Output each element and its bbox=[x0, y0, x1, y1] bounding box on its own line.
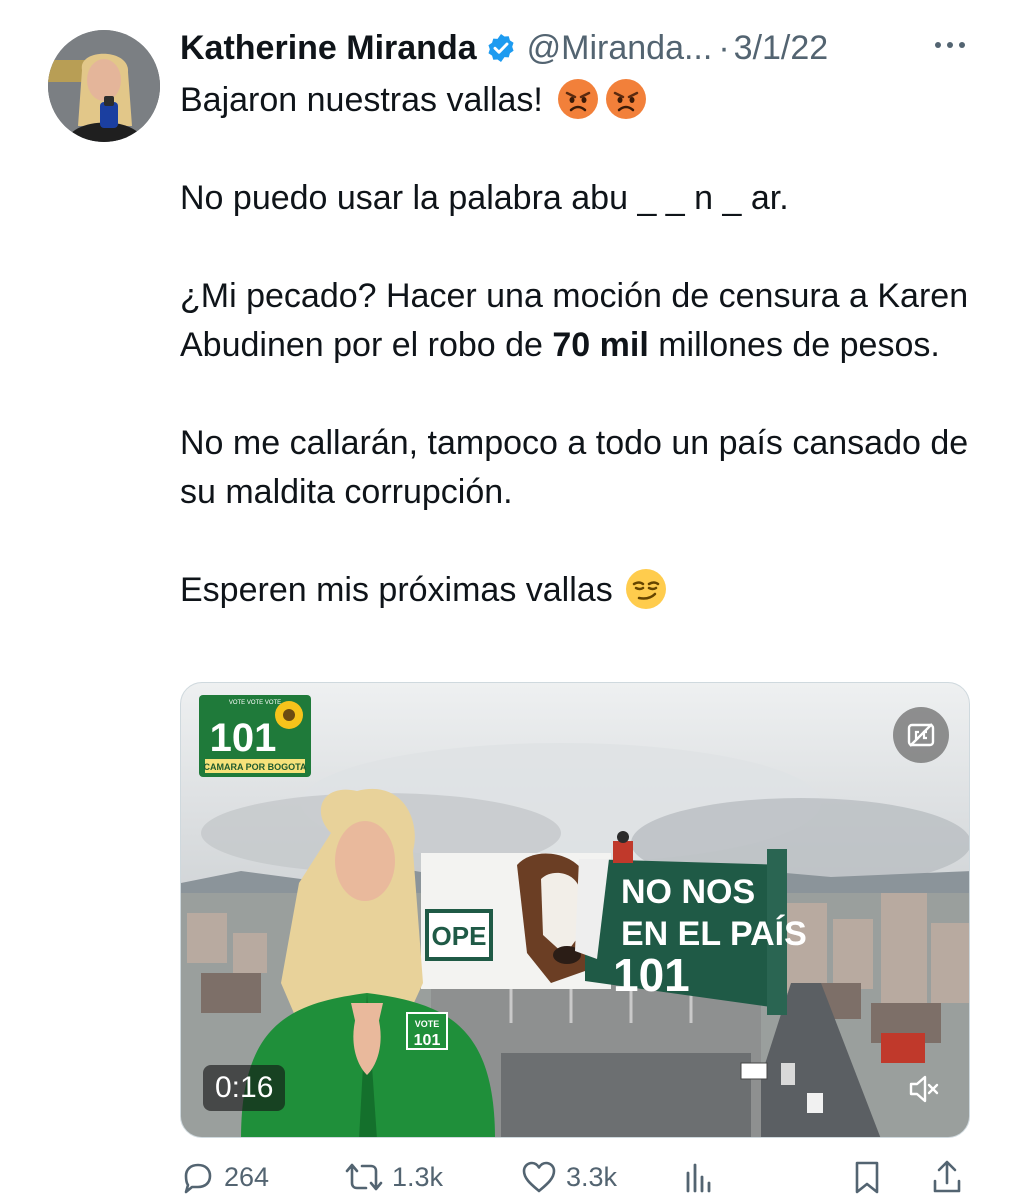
header-separator: · bbox=[718, 28, 730, 67]
tweet-line-text: Esperen mis próximas vallas bbox=[180, 571, 613, 609]
tweet: Katherine Miranda @Miranda... · 3/1/22 B… bbox=[0, 0, 1020, 1200]
smirking-face-emoji bbox=[625, 569, 666, 609]
reply-button[interactable]: 264 bbox=[180, 1155, 269, 1199]
angry-face-emoji bbox=[605, 79, 646, 119]
tweet-bold-text: 70 mil bbox=[552, 326, 649, 364]
tweet-line: Esperen mis próximas vallas bbox=[180, 566, 980, 615]
like-button[interactable]: 3.3k bbox=[520, 1155, 617, 1199]
mute-button[interactable] bbox=[901, 1067, 945, 1111]
reply-count: 264 bbox=[224, 1161, 270, 1192]
views-icon bbox=[686, 1163, 711, 1193]
billboard-line-2: EN EL PAÍS bbox=[621, 915, 807, 953]
jacket-number-text: 101 bbox=[414, 1032, 441, 1049]
campaign-101-logo: VOTE VOTE VOTE 101 CAMARA POR BOGOTA bbox=[199, 695, 311, 777]
author-handle[interactable]: @Miranda... bbox=[527, 29, 713, 68]
retweet-button[interactable]: 1.3k bbox=[344, 1155, 443, 1199]
tweet-header: Katherine Miranda @Miranda... · 3/1/22 bbox=[180, 24, 980, 72]
tweet-line: No puedo usar la palabra abu _ _ n _ ar. bbox=[180, 179, 789, 217]
like-icon bbox=[522, 1161, 556, 1193]
billboard-line-1: NO NOS bbox=[621, 873, 755, 911]
bookmark-icon bbox=[855, 1161, 879, 1194]
avatar-photo bbox=[48, 30, 160, 142]
more-dots-icon bbox=[935, 42, 965, 48]
bookmark-button[interactable] bbox=[852, 1155, 882, 1199]
logo-top-text: VOTE VOTE VOTE bbox=[229, 700, 281, 706]
views-button[interactable] bbox=[682, 1155, 716, 1199]
tweet-line-text: millones de pesos. bbox=[648, 326, 940, 364]
tweet-line: ¿Mi pecado? Hacer una moción de censura … bbox=[180, 272, 980, 370]
like-count: 3.3k bbox=[566, 1161, 618, 1192]
tweet-line-text: Bajaron nuestras vallas! bbox=[180, 81, 543, 119]
video-player[interactable]: OPE NO NOS EN EL PAÍS 101 VOTE 101 VOTE … bbox=[180, 682, 970, 1138]
tweet-date[interactable]: 3/1/22 bbox=[734, 29, 829, 68]
share-button[interactable] bbox=[930, 1155, 964, 1199]
captions-button[interactable] bbox=[893, 707, 949, 763]
billboard-side-text: OPE bbox=[432, 921, 487, 951]
tweet-line: No me callarán, tampoco a todo un país c… bbox=[180, 424, 969, 511]
retweet-icon bbox=[345, 1163, 383, 1191]
logo-number: 101 bbox=[210, 716, 277, 760]
billboard-number: 101 bbox=[613, 949, 690, 1001]
more-options-button[interactable] bbox=[930, 30, 970, 60]
action-bar: 264 1.3k 3.3k bbox=[180, 1155, 980, 1199]
share-icon bbox=[933, 1160, 961, 1193]
video-duration: 0:16 bbox=[203, 1065, 286, 1111]
reply-icon bbox=[184, 1163, 212, 1194]
retweet-count: 1.3k bbox=[392, 1161, 444, 1192]
closed-captions-off-icon bbox=[907, 723, 935, 747]
logo-bottom-text: CAMARA POR BOGOTA bbox=[204, 762, 307, 772]
tweet-text: Bajaron nuestras vallas! No puedo usar l… bbox=[180, 76, 980, 615]
author-display-name[interactable]: Katherine Miranda bbox=[180, 29, 477, 68]
verified-badge-icon bbox=[485, 32, 517, 64]
avatar[interactable] bbox=[48, 30, 160, 142]
jacket-vote-text: VOTE bbox=[415, 1019, 440, 1029]
speaker-muted-icon bbox=[909, 1075, 939, 1103]
angry-face-emoji bbox=[557, 79, 598, 119]
tweet-line: Bajaron nuestras vallas! bbox=[180, 76, 980, 125]
